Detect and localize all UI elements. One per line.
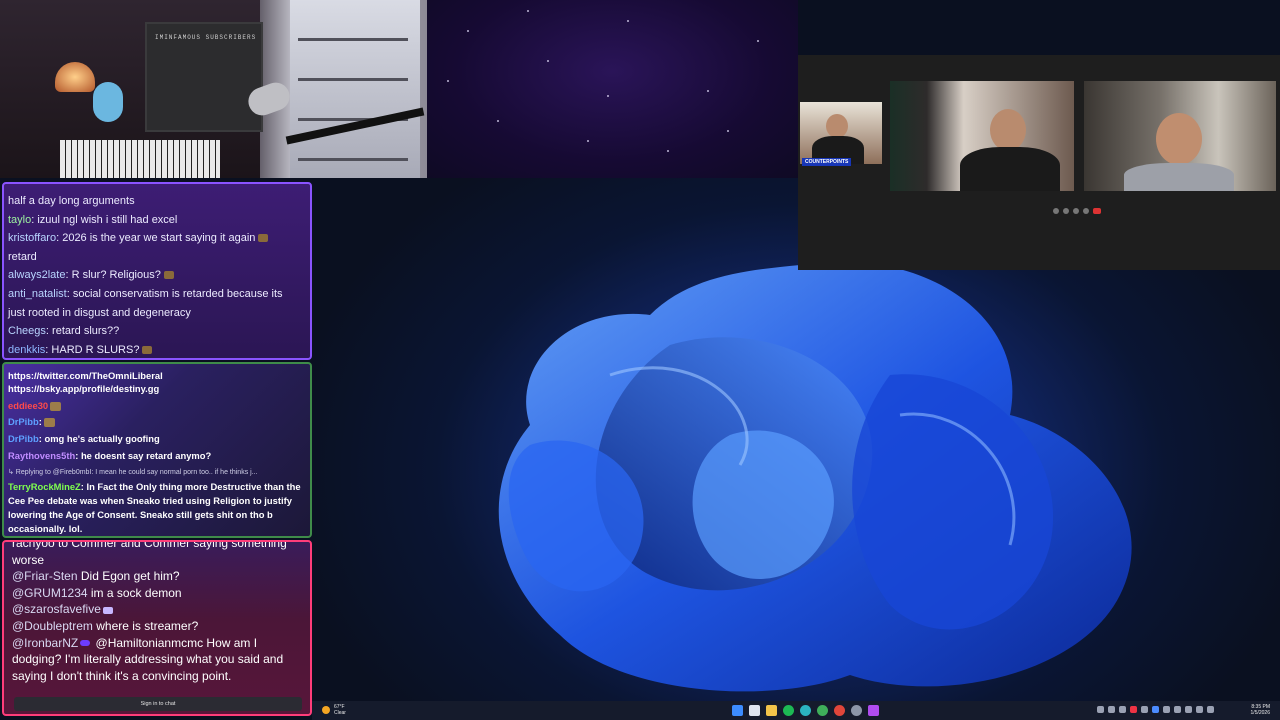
chat-panel-bottom: rachyoo to Commer and Commer saying some… bbox=[2, 540, 312, 716]
emote-icon bbox=[43, 418, 55, 428]
chat-username[interactable]: kristoffaro bbox=[8, 232, 56, 244]
starfield-overlay bbox=[427, 0, 798, 178]
share-icon[interactable] bbox=[1073, 208, 1079, 214]
camera-icon[interactable] bbox=[1063, 208, 1069, 214]
chat-panel-top: half a day long arguments taylo: izuul n… bbox=[2, 182, 312, 360]
settings-icon[interactable] bbox=[851, 705, 862, 716]
tray-icon[interactable] bbox=[1174, 706, 1181, 713]
chat-message: always2late: R slur? Religious? bbox=[8, 266, 306, 285]
system-tray bbox=[1097, 706, 1214, 713]
participant-tile-2 bbox=[890, 81, 1074, 191]
chat-message: Raythovens5th: he doesnt say retard anym… bbox=[8, 449, 212, 461]
chat-username[interactable]: Cheegs bbox=[8, 325, 46, 337]
chrome-icon[interactable] bbox=[834, 705, 845, 716]
chat-message: anti_natalist: social conservatism is re… bbox=[8, 287, 283, 300]
emote-icon bbox=[102, 606, 113, 614]
edge-icon[interactable] bbox=[800, 705, 811, 716]
chat-message-partial: rachyoo to Commer and Commer saying some… bbox=[12, 540, 287, 550]
sign-in-button[interactable]: Sign in to chat bbox=[14, 697, 302, 711]
start-icon[interactable] bbox=[732, 705, 743, 716]
chat-link[interactable]: https://bsky.app/profile/destiny.gg bbox=[8, 381, 306, 398]
chat-username[interactable]: @IronbarNZ bbox=[12, 636, 78, 650]
chat-message: kristoffaro: 2026 is the year we start s… bbox=[8, 229, 306, 248]
piano-keyboard bbox=[60, 140, 220, 178]
chat-username[interactable]: anti_natalist bbox=[8, 288, 67, 300]
spotify-icon[interactable] bbox=[783, 705, 794, 716]
app-icon[interactable] bbox=[817, 705, 828, 716]
chat-username[interactable]: denkkis bbox=[8, 344, 45, 356]
chat-username[interactable]: @Friar-Sten bbox=[12, 569, 78, 583]
chat-message: eddiee30 bbox=[8, 398, 306, 415]
shelf bbox=[290, 0, 420, 178]
chat-username[interactable]: @szarosfavefive bbox=[12, 602, 101, 616]
wifi-icon[interactable] bbox=[1185, 706, 1192, 713]
chat-message: half a day long arguments bbox=[8, 195, 135, 207]
chat-username[interactable]: eddiee30 bbox=[8, 400, 48, 411]
tray-icon[interactable] bbox=[1108, 706, 1115, 713]
emote-icon bbox=[142, 345, 153, 354]
chat-message: just rooted in disgust and degeneracy bbox=[8, 306, 191, 319]
chat-username[interactable]: always2late bbox=[8, 269, 65, 281]
clock[interactable]: 8:35 PM 1/5/2026 bbox=[1251, 704, 1270, 716]
chat-message: @szarosfavefive bbox=[12, 601, 302, 618]
chat-message: retard bbox=[8, 250, 37, 263]
chat-username[interactable]: taylo bbox=[8, 214, 31, 226]
emote-icon bbox=[50, 401, 62, 411]
streamer-webcam: IMINFAMOUS SUBSCRIBERS bbox=[0, 0, 427, 178]
figurine bbox=[93, 82, 123, 122]
tray-icon[interactable] bbox=[1097, 706, 1104, 713]
chat-message: @Doubleptrem where is streamer? bbox=[12, 618, 199, 633]
chat-message: TerryRockMineZ: In Fact the Only thing m… bbox=[8, 480, 301, 534]
reply-context: ↳ Replying to @Fireb0mbI: I mean he coul… bbox=[8, 468, 258, 476]
chat-username[interactable]: TerryRockMineZ bbox=[8, 481, 81, 492]
emote-icon bbox=[258, 234, 269, 243]
chat-message: @GRUM1234 im a sock demon bbox=[12, 585, 182, 600]
participant-tile-3 bbox=[1084, 81, 1276, 191]
video-call-window bbox=[798, 55, 1280, 270]
screen: IMINFAMOUS SUBSCRIBERS COUNTERPOINTS hal… bbox=[0, 0, 1280, 720]
chat-panel-middle: https://twitter.com/TheOmniLiberal https… bbox=[2, 362, 312, 538]
chat-username[interactable]: @GRUM1234 bbox=[12, 586, 88, 600]
leave-call-button[interactable] bbox=[1093, 208, 1101, 214]
chat-message: taylo: izuul ngl wish i still had excel bbox=[8, 213, 178, 226]
tray-icon[interactable] bbox=[1119, 706, 1126, 713]
more-icon[interactable] bbox=[1083, 208, 1089, 214]
counterpoints-badge: COUNTERPOINTS bbox=[802, 158, 852, 166]
chat-username[interactable]: @Doubleptrem bbox=[12, 619, 93, 633]
chat-username[interactable]: Raythovens5th bbox=[8, 450, 75, 461]
chat-username[interactable]: DrPibb bbox=[8, 416, 39, 427]
file-explorer-icon[interactable] bbox=[766, 705, 777, 716]
emote-icon bbox=[163, 271, 174, 280]
tray-icon[interactable] bbox=[1163, 706, 1170, 713]
obs-icon[interactable] bbox=[868, 705, 879, 716]
badge-icon bbox=[80, 640, 91, 647]
tray-icon[interactable] bbox=[1130, 706, 1137, 713]
chat-message: denkkis: HARD R SLURS? bbox=[8, 341, 306, 358]
battery-icon[interactable] bbox=[1207, 706, 1214, 713]
chat-message: DrPibb: omg he's actually goofing bbox=[8, 433, 160, 445]
pinned-apps bbox=[732, 705, 879, 716]
windows-bloom-graphic bbox=[498, 261, 1132, 692]
chat-message: @IronbarNZ @Hamiltonianmcmc How am I dod… bbox=[12, 635, 284, 683]
call-controls[interactable] bbox=[1053, 208, 1113, 214]
volume-icon[interactable] bbox=[1196, 706, 1203, 713]
tray-icon[interactable] bbox=[1141, 706, 1148, 713]
weather-icon bbox=[322, 706, 330, 714]
tray-icon[interactable] bbox=[1152, 706, 1159, 713]
chat-username[interactable]: DrPibb bbox=[8, 433, 39, 444]
mic-icon[interactable] bbox=[1053, 208, 1059, 214]
wall-poster: IMINFAMOUS SUBSCRIBERS bbox=[145, 22, 263, 132]
weather-widget[interactable]: 67°F Clear bbox=[322, 704, 346, 716]
chat-message: Cheegs: retard slurs?? bbox=[8, 325, 120, 338]
chat-message: DrPibb: bbox=[8, 414, 306, 431]
chat-message: @Friar-Sten Did Egon get him? bbox=[12, 569, 180, 584]
chat-message: worse bbox=[12, 552, 45, 567]
taskbar: 67°F Clear 8:35 PM 1/5/2026 bbox=[312, 701, 1280, 720]
participant-tile-1 bbox=[800, 102, 882, 164]
search-icon[interactable] bbox=[749, 705, 760, 716]
